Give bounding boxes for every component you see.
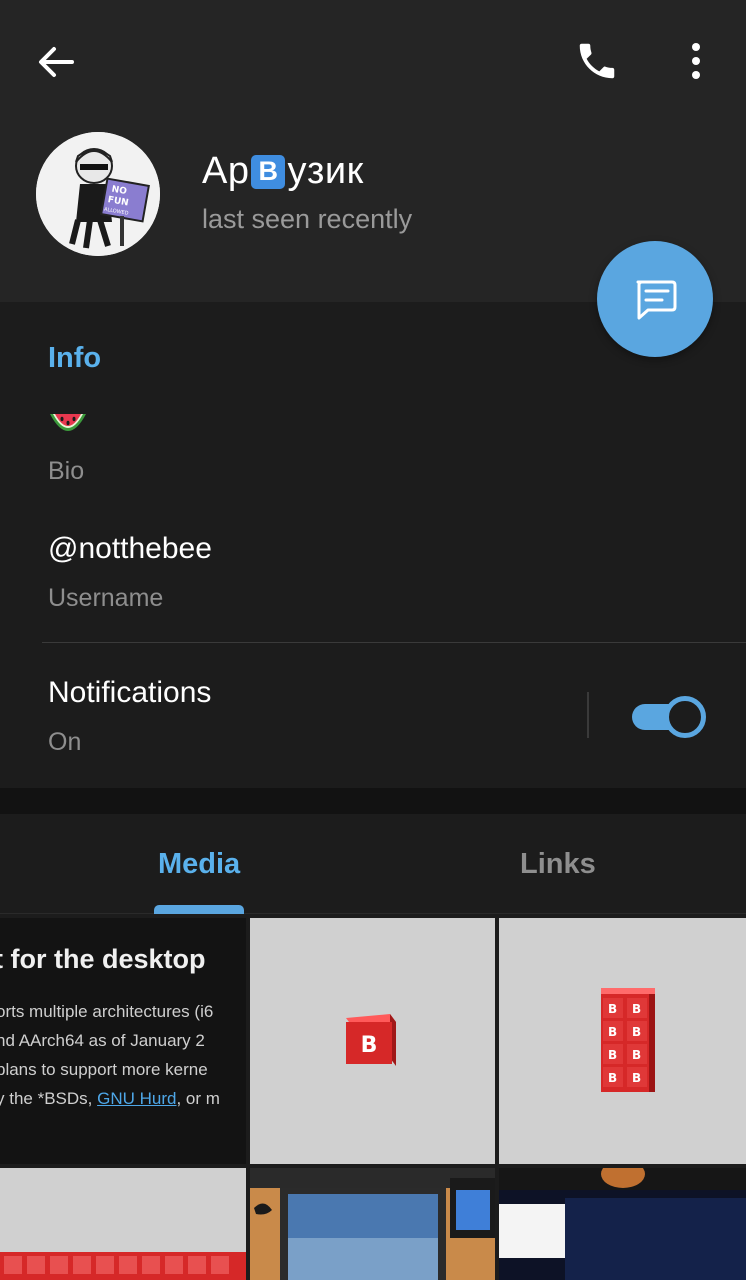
phone-icon xyxy=(579,43,615,79)
gnu-hurd-link: GNU Hurd xyxy=(97,1089,177,1108)
media-thumbnail-laptop[interactable] xyxy=(250,1168,495,1280)
username-value[interactable]: @notthebee xyxy=(48,532,212,566)
svg-text:B: B xyxy=(632,1002,641,1016)
media-thumbnail-document[interactable]: t for the desktop orts multiple architec… xyxy=(0,918,246,1164)
media-grid: t for the desktop orts multiple architec… xyxy=(0,914,746,1280)
bio-value xyxy=(48,408,88,440)
notifications-label[interactable]: Notifications xyxy=(48,676,211,710)
message-icon xyxy=(636,280,677,320)
username-label: Username xyxy=(48,584,164,612)
laptop-photo-image xyxy=(250,1168,495,1280)
send-message-button[interactable] xyxy=(597,241,713,357)
toggle-knob xyxy=(664,696,706,738)
red-cube-stack-image: B B B B B B B B xyxy=(601,988,655,1092)
vertical-separator xyxy=(587,692,589,738)
doc-line: orts multiple architectures (i6 xyxy=(0,1002,214,1021)
avatar[interactable]: NO FUN ALLOWED xyxy=(36,132,160,256)
media-thumbnail-cube-stack[interactable]: B B B B B B B B xyxy=(499,918,746,1164)
notifications-value: On xyxy=(48,728,82,756)
doc-line-text: y the *BSDs, xyxy=(0,1089,98,1108)
doc-line: plans to support more kerne xyxy=(0,1060,208,1079)
info-title: Info xyxy=(48,342,102,374)
call-button[interactable] xyxy=(574,38,620,84)
info-section: Info Bio @notthebee Username Notificatio… xyxy=(0,302,746,788)
doc-title: t for the desktop xyxy=(0,944,206,974)
red-cube-image: B xyxy=(346,1014,396,1066)
more-options-button[interactable] xyxy=(678,38,714,84)
contact-name: Ар B узик xyxy=(202,150,364,193)
svg-text:B: B xyxy=(361,1033,378,1058)
svg-text:B: B xyxy=(632,1071,641,1085)
divider xyxy=(42,642,746,643)
svg-text:B: B xyxy=(632,1025,641,1039)
tab-media[interactable]: Media xyxy=(158,848,240,881)
bio-label: Bio xyxy=(48,457,85,485)
tab-links[interactable]: Links xyxy=(520,848,596,881)
svg-text:B: B xyxy=(608,1002,617,1016)
watermelon-icon xyxy=(50,414,86,431)
doc-line-text: , or m xyxy=(176,1089,220,1108)
red-cube-row-image xyxy=(0,1252,246,1280)
notifications-toggle[interactable] xyxy=(632,696,706,738)
more-vertical-icon xyxy=(692,43,700,79)
doc-line: nd AArch64 as of January 2 xyxy=(0,1031,205,1050)
name-part-start: Ар xyxy=(202,150,250,192)
svg-text:B: B xyxy=(608,1071,617,1085)
active-tab-indicator xyxy=(154,905,244,914)
arrow-left-icon xyxy=(39,47,74,77)
svg-text:B: B xyxy=(632,1048,641,1062)
b-letter-badge: B xyxy=(251,154,286,189)
name-part-end: узик xyxy=(287,150,364,192)
dark-screen-photo-image xyxy=(499,1168,746,1280)
avatar-image: NO FUN ALLOWED xyxy=(36,132,160,256)
doc-line: y the *BSDs, GNU Hurd, or m xyxy=(0,1089,220,1109)
last-seen-status: last seen recently xyxy=(202,204,413,234)
media-thumbnail-cube-row[interactable] xyxy=(0,1168,246,1280)
svg-text:B: B xyxy=(608,1048,617,1062)
media-thumbnail-cube[interactable]: B xyxy=(250,918,495,1164)
media-thumbnail-screen[interactable] xyxy=(499,1168,746,1280)
section-gap xyxy=(0,788,746,814)
back-button[interactable] xyxy=(34,40,78,84)
media-tabs: Media Links xyxy=(0,814,746,914)
svg-text:B: B xyxy=(608,1025,617,1039)
